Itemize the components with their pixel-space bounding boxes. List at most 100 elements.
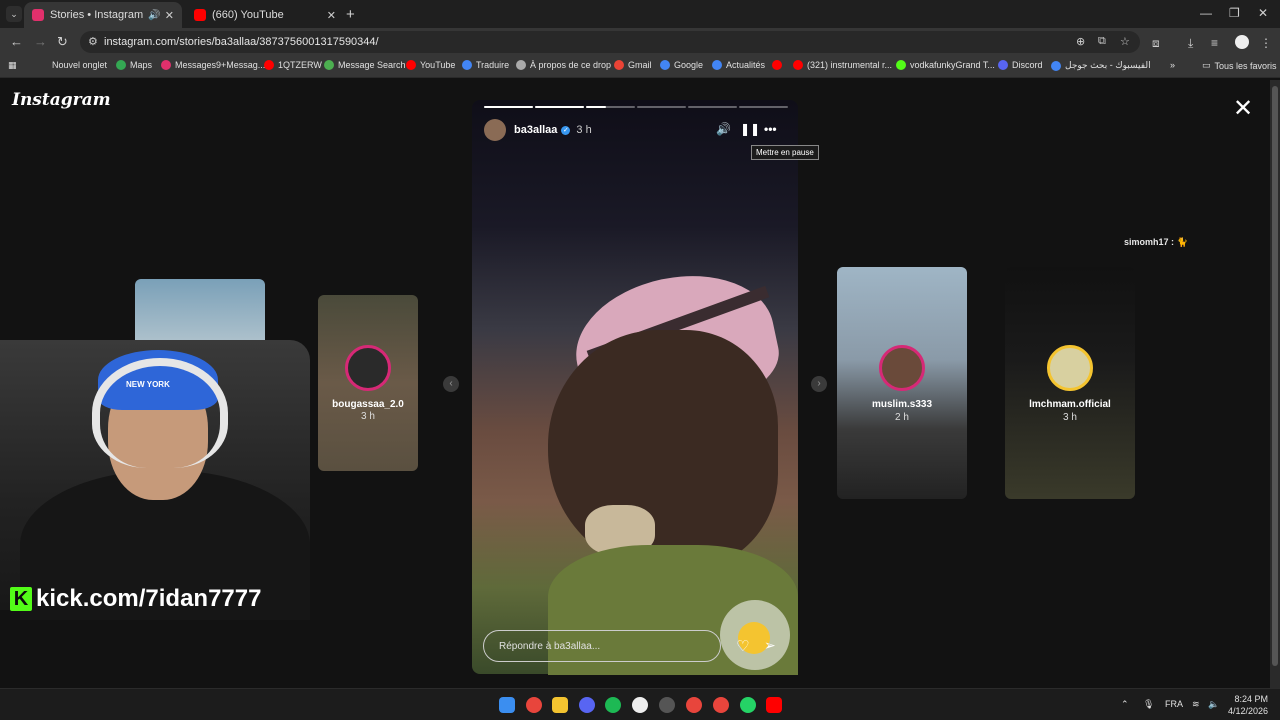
bookmark-item[interactable]: Message Search bbox=[324, 60, 406, 70]
new-tab-button[interactable]: + bbox=[346, 6, 355, 23]
reading-list-icon[interactable]: ≡ bbox=[1211, 36, 1218, 50]
all-bookmarks[interactable]: ▭ Tous les favoris bbox=[1202, 60, 1277, 71]
reload-icon[interactable]: ↻ bbox=[57, 34, 68, 50]
bookmark-item[interactable]: (321) instrumental r... bbox=[793, 60, 892, 70]
youtube-icon[interactable] bbox=[766, 697, 782, 713]
bookmark-item[interactable]: Discord bbox=[998, 60, 1043, 70]
site-info-icon[interactable]: ⚙ bbox=[88, 35, 98, 48]
back-icon[interactable]: ← bbox=[10, 34, 23, 49]
story-image-face bbox=[548, 330, 778, 570]
chrome-icon[interactable] bbox=[686, 697, 702, 713]
bookmark-item[interactable]: 1QTZERW bbox=[264, 60, 322, 70]
story-author-username[interactable]: ba3allaa bbox=[514, 124, 557, 136]
zoom-icon[interactable]: ⊕ bbox=[1076, 35, 1085, 48]
bookmark-item[interactable]: Maps bbox=[116, 60, 152, 70]
more-options-icon[interactable]: ••• bbox=[764, 122, 777, 136]
bookmark-item[interactable]: Actualités bbox=[712, 60, 765, 70]
bookmark-item[interactable]: YouTube bbox=[406, 60, 455, 70]
speaker-icon[interactable]: 🔊 bbox=[148, 10, 160, 21]
clock-date: 4/12/2026 bbox=[1227, 706, 1268, 716]
download-icon[interactable]: ⤓ bbox=[1188, 36, 1193, 51]
news-icon bbox=[712, 60, 722, 70]
tray-expand-icon[interactable]: ⌃ bbox=[1121, 699, 1129, 710]
progress-segment bbox=[535, 106, 584, 108]
tab-strip: ⌄ Stories • Instagram 🔊 ✕ (660) YouTube … bbox=[0, 0, 1280, 28]
microphone-icon[interactable]: 🎙 bbox=[1143, 699, 1154, 710]
folder-icon: ▭ bbox=[1202, 60, 1211, 70]
scrollbar[interactable] bbox=[1270, 80, 1280, 688]
obs-icon[interactable] bbox=[632, 697, 648, 713]
forward-icon[interactable]: → bbox=[34, 34, 47, 49]
side-story-card[interactable]: lmchmam.official 3 h bbox=[1005, 267, 1135, 499]
side-story-card[interactable]: muslim.s333 2 h bbox=[837, 267, 967, 499]
install-icon[interactable]: ⧉ bbox=[1098, 35, 1106, 48]
maps-icon bbox=[116, 60, 126, 70]
chrome-icon[interactable] bbox=[526, 697, 542, 713]
address-bar[interactable]: ⚙ instagram.com/stories/ba3allaa/3873756… bbox=[80, 31, 1140, 53]
story-age: 3 h bbox=[1063, 412, 1077, 423]
progress-fill bbox=[535, 106, 584, 108]
previous-story-icon[interactable]: ‹ bbox=[443, 376, 459, 392]
clock[interactable]: 8:24 PM 4/12/2026 bbox=[1226, 693, 1268, 717]
heart-icon[interactable]: ♡ bbox=[736, 637, 749, 655]
start-icon[interactable] bbox=[499, 697, 515, 713]
pause-tooltip: Mettre en pause bbox=[751, 145, 819, 160]
app-icon[interactable] bbox=[659, 697, 675, 713]
close-tab-icon[interactable]: ✕ bbox=[327, 9, 336, 22]
discord-icon[interactable] bbox=[579, 697, 595, 713]
restore-icon[interactable]: ❐ bbox=[1229, 6, 1240, 20]
close-stories-icon[interactable]: ✕ bbox=[1233, 94, 1253, 123]
volume-tray-icon[interactable]: 🔈 bbox=[1208, 699, 1219, 710]
instagram-logo[interactable]: Instagram bbox=[12, 90, 111, 110]
tab-youtube[interactable]: (660) YouTube ✕ bbox=[186, 2, 344, 28]
youtube-icon bbox=[772, 60, 782, 70]
minimize-icon[interactable]: — bbox=[1200, 6, 1212, 20]
next-story-icon[interactable]: › bbox=[811, 376, 827, 392]
volume-icon[interactable]: 🔊 bbox=[716, 122, 731, 136]
whatsapp-icon[interactable] bbox=[740, 697, 756, 713]
story-username: lmchmam.official bbox=[1029, 399, 1111, 410]
extensions-icon[interactable]: ⧈ bbox=[1152, 36, 1160, 51]
close-window-icon[interactable]: ✕ bbox=[1258, 6, 1268, 20]
bookmark-item[interactable]: Messages9+Messag... bbox=[161, 60, 265, 70]
bookmark-label: (321) instrumental r... bbox=[807, 60, 893, 70]
file-explorer-icon[interactable] bbox=[552, 697, 568, 713]
apps-icon[interactable]: ▦ bbox=[8, 60, 17, 71]
spotify-icon[interactable] bbox=[605, 697, 621, 713]
bookmark-label: الفيسبوك - بحث جوجل bbox=[1065, 60, 1151, 70]
story-author-avatar[interactable] bbox=[484, 119, 506, 141]
wifi-icon[interactable]: ≋ bbox=[1192, 699, 1200, 710]
scrollbar-thumb[interactable] bbox=[1272, 86, 1278, 666]
bookmark-label: À propos de ce drop bbox=[530, 60, 612, 70]
more-bookmarks-icon[interactable]: » bbox=[1170, 60, 1175, 70]
bookmark-item[interactable] bbox=[772, 60, 786, 70]
kick-link: K kick.com/7idan7777 bbox=[10, 585, 261, 613]
progress-fill bbox=[484, 106, 533, 108]
send-icon[interactable]: ➢ bbox=[764, 637, 776, 654]
story-progress-bar bbox=[484, 106, 788, 108]
progress-fill bbox=[586, 106, 606, 108]
story-header: ba3allaa ✓ 3 h bbox=[484, 118, 592, 142]
story-username: bougassaa_2.0 bbox=[332, 399, 404, 410]
kick-logo-icon: K bbox=[10, 587, 32, 611]
side-story-card[interactable]: bougassaa_2.0 3 h bbox=[318, 295, 418, 471]
kick-url: kick.com/7idan7777 bbox=[36, 585, 262, 612]
tab-search-icon[interactable]: ⌄ bbox=[6, 6, 22, 22]
chrome-icon[interactable] bbox=[713, 697, 729, 713]
bookmark-item[interactable]: Traduire bbox=[462, 60, 509, 70]
bookmark-item[interactable]: Google bbox=[660, 60, 703, 70]
tab-instagram[interactable]: Stories • Instagram 🔊 ✕ bbox=[24, 2, 182, 28]
menu-icon[interactable]: ⋮ bbox=[1260, 36, 1272, 50]
youtube-icon bbox=[264, 60, 274, 70]
close-tab-icon[interactable]: ✕ bbox=[165, 9, 174, 22]
pause-icon[interactable]: ❚❚ bbox=[740, 122, 760, 136]
profile-avatar[interactable] bbox=[1235, 35, 1249, 49]
bookmark-item[interactable]: الفيسبوك - بحث جوجل bbox=[1051, 60, 1151, 71]
bookmark-item[interactable]: À propos de ce drop bbox=[516, 60, 611, 70]
bookmark-star-icon[interactable]: ☆ bbox=[1120, 35, 1130, 48]
bookmark-item[interactable]: vodkafunkyGrand T... bbox=[896, 60, 995, 70]
bookmark-item[interactable]: Gmail bbox=[614, 60, 652, 70]
reply-input[interactable]: Répondre à ba3allaa... bbox=[483, 630, 721, 662]
language-indicator[interactable]: FRA bbox=[1165, 699, 1183, 709]
bookmark-item[interactable]: Nouvel onglet bbox=[52, 60, 107, 70]
